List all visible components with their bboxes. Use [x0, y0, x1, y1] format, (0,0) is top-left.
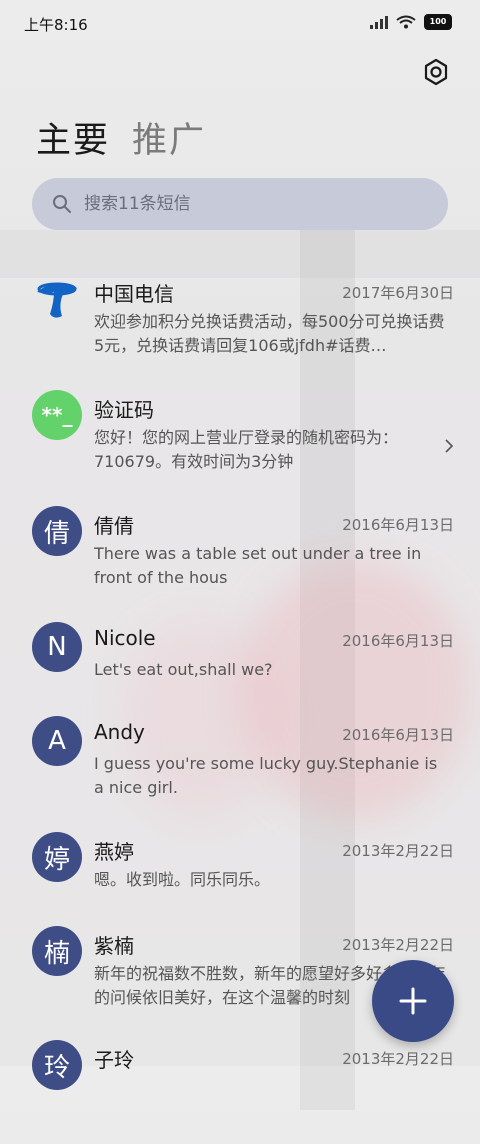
- conversation-date: 2013年2月22日: [342, 936, 454, 954]
- conversation-item[interactable]: 倩 倩倩 2016年6月13日 There was a table set ou…: [0, 494, 480, 610]
- conversation-item[interactable]: 中国电信 2017年6月30日 欢迎参加积分兑换话费活动，每500分可兑换话费5…: [0, 262, 480, 378]
- conversation-name: 燕婷: [94, 840, 134, 864]
- conversation-preview: There was a table set out under a tree i…: [94, 544, 422, 587]
- search-icon: [53, 195, 71, 213]
- conversation-date: 2016年6月13日: [342, 726, 454, 744]
- conversation-name: 紫楠: [94, 934, 134, 958]
- avatar: N: [32, 622, 82, 672]
- conversation-name: Andy: [94, 720, 145, 744]
- conversation-date: 2016年6月13日: [342, 632, 454, 650]
- tab-promotions[interactable]: 推广: [132, 112, 206, 163]
- conversation-name: 中国电信: [94, 282, 174, 306]
- tab-bar: 主要 推广: [36, 112, 206, 163]
- plus-icon: [399, 987, 427, 1015]
- compose-button[interactable]: [372, 960, 454, 1042]
- conversation-date: 2013年2月22日: [342, 842, 454, 860]
- conversation-preview: Let's eat out,shall we?: [94, 660, 273, 679]
- avatar: A: [32, 716, 82, 766]
- conversation-preview: I guess you're some lucky guy.Stephanie …: [94, 754, 438, 797]
- china-telecom-logo-icon: [32, 274, 82, 324]
- conversation-name: 子玲: [94, 1048, 134, 1072]
- conversation-preview: 欢迎参加积分兑换话费活动，每500分可兑换话费5元，兑换话费请回复106或jfd…: [94, 312, 445, 355]
- chevron-right-icon[interactable]: [444, 438, 454, 454]
- avatar: 倩: [32, 506, 82, 556]
- conversation-preview: 您好！您的网上营业厅登录的随机密码为：710679。有效时间为3分钟: [94, 428, 399, 471]
- settings-button[interactable]: [422, 58, 450, 86]
- conversation-name: Nicole: [94, 626, 156, 650]
- conversation-preview: 嗯。收到啦。同乐同乐。: [94, 870, 271, 889]
- search-input[interactable]: [82, 193, 416, 215]
- conversation-date: 2016年6月13日: [342, 516, 454, 534]
- signal-icon: [370, 15, 388, 29]
- conversation-name: 验证码: [94, 398, 154, 422]
- search-bar[interactable]: [32, 178, 448, 230]
- avatar: **_: [32, 390, 82, 440]
- settings-gear-icon: [424, 58, 448, 86]
- tab-primary[interactable]: 主要: [36, 112, 110, 163]
- status-bar: 上午8:16 100: [0, 0, 480, 46]
- avatar: 楠: [32, 926, 82, 976]
- conversation-name: 倩倩: [94, 514, 134, 538]
- conversation-item[interactable]: 婷 燕婷 2013年2月22日 嗯。收到啦。同乐同乐。: [0, 820, 480, 914]
- conversation-item[interactable]: N Nicole 2016年6月13日 Let's eat out,shall …: [0, 610, 480, 704]
- status-time: 上午8:16: [24, 16, 88, 34]
- wifi-icon: [396, 15, 416, 29]
- battery-icon: 100: [424, 14, 452, 30]
- conversation-item[interactable]: **_ 验证码 您好！您的网上营业厅登录的随机密码为：710679。有效时间为3…: [0, 378, 480, 494]
- conversation-item[interactable]: A Andy 2016年6月13日 I guess you're some lu…: [0, 704, 480, 820]
- avatar: 婷: [32, 832, 82, 882]
- avatar: 玲: [32, 1040, 82, 1090]
- status-icons: 100: [370, 14, 452, 30]
- conversation-item[interactable]: 玲 子玲 2013年2月22日: [0, 1028, 480, 1144]
- conversation-date: 2017年6月30日: [342, 284, 454, 302]
